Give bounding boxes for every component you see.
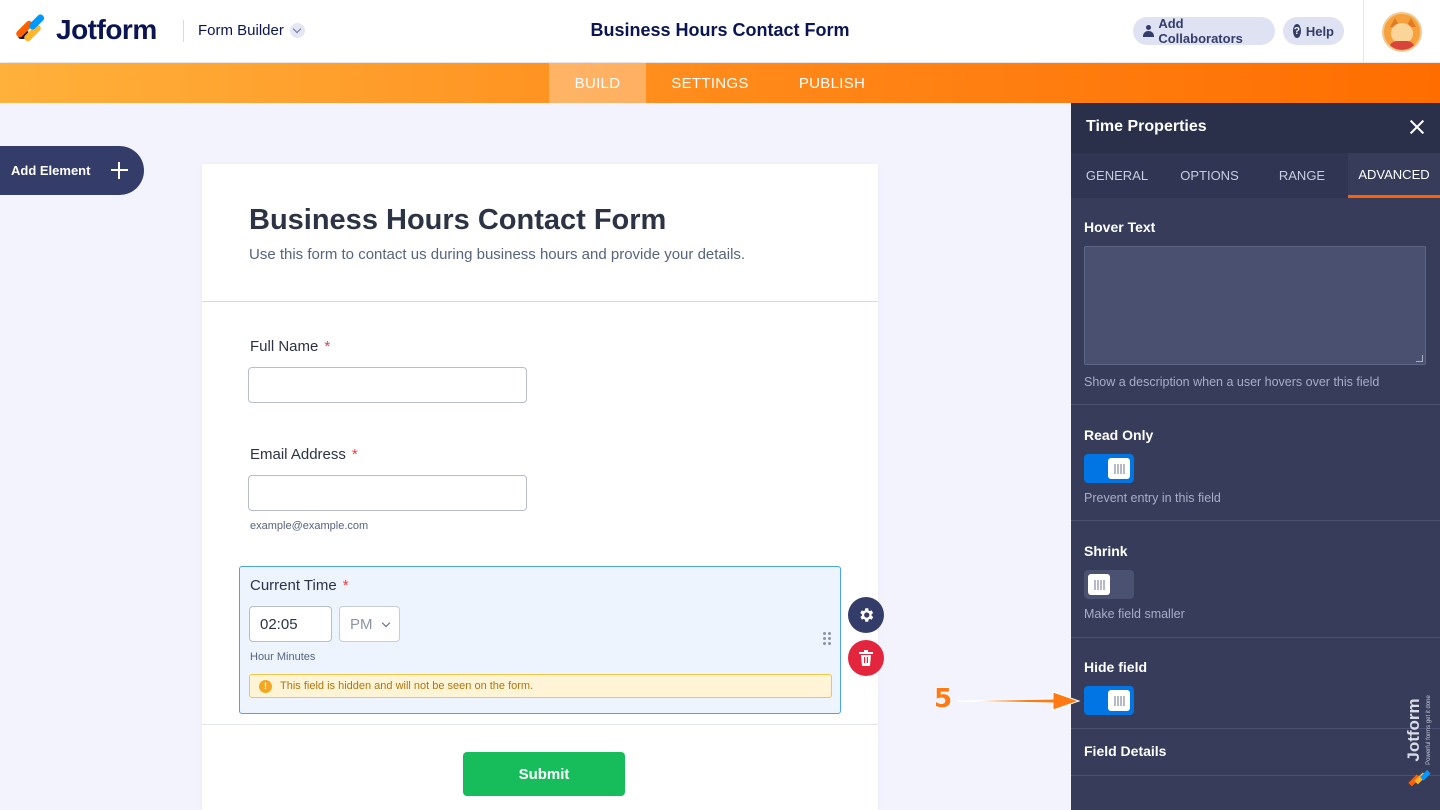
- section-divider: [1071, 775, 1440, 776]
- warning-icon: !: [259, 679, 272, 693]
- hover-text-label: Hover Text: [1084, 219, 1156, 235]
- help-button[interactable]: ? Help: [1283, 17, 1344, 45]
- section-divider: [1071, 728, 1440, 729]
- current-time-label-text: Current Time: [250, 577, 337, 594]
- svg-text:Powerful forms get it done: Powerful forms get it done: [1426, 694, 1432, 764]
- jotform-logo-icon: [14, 13, 46, 45]
- required-asterisk: *: [342, 577, 349, 594]
- svg-text:Jotform: Jotform: [1406, 698, 1423, 761]
- shrink-label: Shrink: [1084, 543, 1128, 559]
- chevron-down-icon: [381, 618, 391, 628]
- section-divider: [1071, 404, 1440, 405]
- current-time-label: Current Time *: [250, 577, 349, 594]
- panel-header: Time Properties: [1071, 103, 1440, 153]
- form-builder-label: Form Builder: [198, 22, 284, 39]
- gear-icon: [860, 608, 874, 622]
- read-only-help: Prevent entry in this field: [1084, 491, 1221, 505]
- tab-build[interactable]: BUILD: [549, 63, 646, 103]
- hide-field-toggle[interactable]: [1084, 686, 1134, 715]
- submit-button[interactable]: Submit: [463, 752, 625, 796]
- add-element-button[interactable]: Add Element: [0, 146, 144, 195]
- chevron-down-icon: [289, 23, 305, 38]
- full-name-input[interactable]: [248, 367, 527, 403]
- form-subheading[interactable]: Use this form to contact us during busin…: [249, 246, 745, 263]
- required-asterisk: *: [324, 338, 331, 355]
- email-label-text: Email Address: [250, 446, 346, 463]
- email-input[interactable]: [248, 475, 527, 511]
- field-settings-button[interactable]: [848, 597, 884, 633]
- question-icon: ?: [1293, 24, 1301, 38]
- help-label: Help: [1305, 23, 1334, 39]
- form-heading[interactable]: Business Hours Contact Form: [249, 204, 666, 237]
- tab-publish[interactable]: PUBLISH: [774, 63, 890, 103]
- header-divider-right: [1363, 0, 1364, 63]
- panel-tabs: GENERAL OPTIONS RANGE ADVANCED: [1071, 153, 1440, 198]
- header-divider: [183, 20, 184, 42]
- hide-field-label: Hide field: [1084, 659, 1148, 675]
- hour-minutes-input[interactable]: 02:05: [249, 606, 332, 642]
- delete-field-button[interactable]: [848, 640, 884, 676]
- builder-nav: BUILD SETTINGS PUBLISH: [0, 63, 1440, 103]
- avatar[interactable]: [1382, 12, 1422, 52]
- ampm-value: PM: [350, 616, 373, 633]
- read-only-toggle[interactable]: [1084, 454, 1134, 483]
- header-separator: [202, 301, 878, 302]
- form-builder-dropdown[interactable]: Form Builder: [198, 22, 305, 39]
- step-number-annotation: 5: [934, 684, 953, 714]
- panel-title: Time Properties: [1086, 118, 1207, 135]
- shrink-toggle[interactable]: [1084, 570, 1134, 599]
- email-sublabel: example@example.com: [250, 520, 369, 532]
- field-details-label[interactable]: Field Details: [1084, 743, 1166, 759]
- time-properties-panel: Time Properties GENERAL OPTIONS RANGE AD…: [1071, 103, 1440, 810]
- ampm-select[interactable]: PM: [339, 606, 400, 642]
- section-divider: [1071, 637, 1440, 638]
- drag-handle-icon[interactable]: [823, 632, 833, 648]
- full-name-label-text: Full Name: [250, 338, 319, 355]
- hour-minutes-sublabel: Hour Minutes: [250, 651, 316, 663]
- required-asterisk: *: [351, 446, 358, 463]
- add-element-label: Add Element: [11, 163, 91, 178]
- trash-icon: [859, 650, 873, 666]
- tab-range[interactable]: RANGE: [1256, 153, 1348, 198]
- hover-text-help: Show a description when a user hovers ov…: [1084, 375, 1380, 389]
- close-icon[interactable]: [1410, 120, 1424, 134]
- add-collaborators-button[interactable]: Add Collaborators: [1133, 16, 1275, 46]
- top-header: Jotform Form Builder Business Hours Cont…: [0, 0, 1440, 63]
- add-collaborators-label: Add Collaborators: [1158, 16, 1243, 46]
- tab-general[interactable]: GENERAL: [1071, 153, 1163, 198]
- tab-options[interactable]: OPTIONS: [1163, 153, 1256, 198]
- jotform-logo[interactable]: Jotform: [14, 13, 157, 46]
- email-label[interactable]: Email Address *: [250, 446, 358, 463]
- form-canvas: Business Hours Contact Form Use this for…: [202, 164, 878, 810]
- shrink-help: Make field smaller: [1084, 607, 1185, 621]
- read-only-label: Read Only: [1084, 427, 1154, 443]
- current-time-field[interactable]: Current Time * 02:05 PM Hour Minutes ! Th…: [239, 566, 841, 714]
- hidden-field-warning-text: This field is hidden and will not be see…: [280, 680, 534, 692]
- jotform-watermark: Jotform Powerful forms get it done: [1404, 690, 1436, 790]
- tab-advanced[interactable]: ADVANCED: [1348, 153, 1440, 198]
- submit-separator: [202, 724, 878, 725]
- annotation-arrow-icon: [956, 691, 1081, 711]
- plus-icon: [111, 162, 128, 179]
- tab-settings[interactable]: SETTINGS: [646, 63, 774, 103]
- full-name-label[interactable]: Full Name *: [250, 338, 330, 355]
- brand-name: Jotform: [56, 14, 157, 45]
- hover-text-input[interactable]: [1084, 246, 1426, 365]
- user-icon: [1143, 25, 1155, 37]
- hidden-field-warning: ! This field is hidden and will not be s…: [249, 674, 832, 698]
- section-divider: [1071, 520, 1440, 521]
